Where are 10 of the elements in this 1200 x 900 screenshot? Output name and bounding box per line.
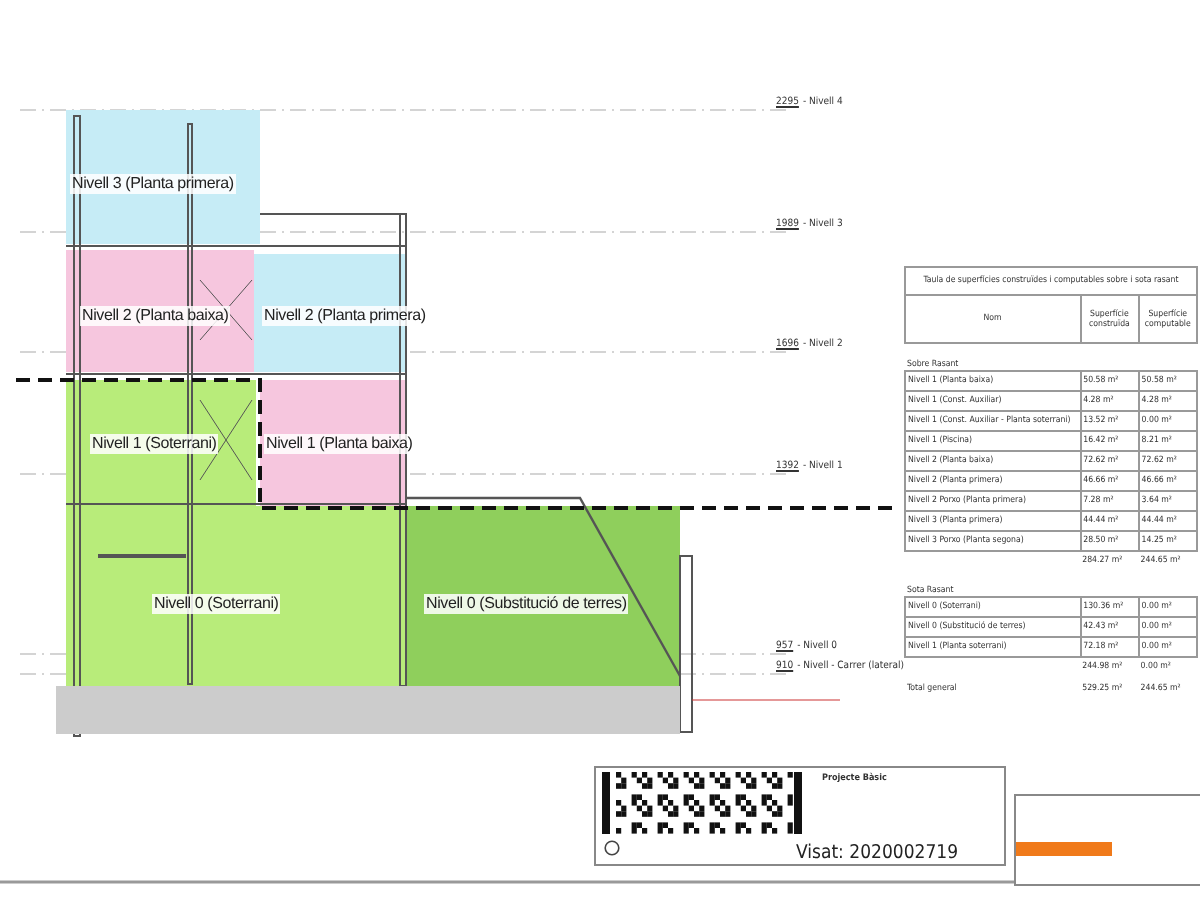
visa-number: Visat: 2020002719 bbox=[796, 842, 959, 864]
area-label: Nivell 0 (Substitució de terres) bbox=[424, 594, 629, 614]
area-label: Nivell 2 (Planta baixa) bbox=[80, 306, 231, 326]
area-label: Nivell 1 (Soterrani) bbox=[90, 434, 219, 454]
area-label: Nivell 1 (Planta baixa) bbox=[264, 434, 415, 454]
area-label: Nivell 2 (Planta primera) bbox=[262, 306, 428, 326]
highlight-cell bbox=[1016, 842, 1112, 856]
area-label: Nivell 3 (Planta primera) bbox=[70, 174, 236, 194]
area-label: Nivell 0 (Soterrani) bbox=[152, 594, 281, 614]
seal-icon bbox=[604, 840, 620, 856]
